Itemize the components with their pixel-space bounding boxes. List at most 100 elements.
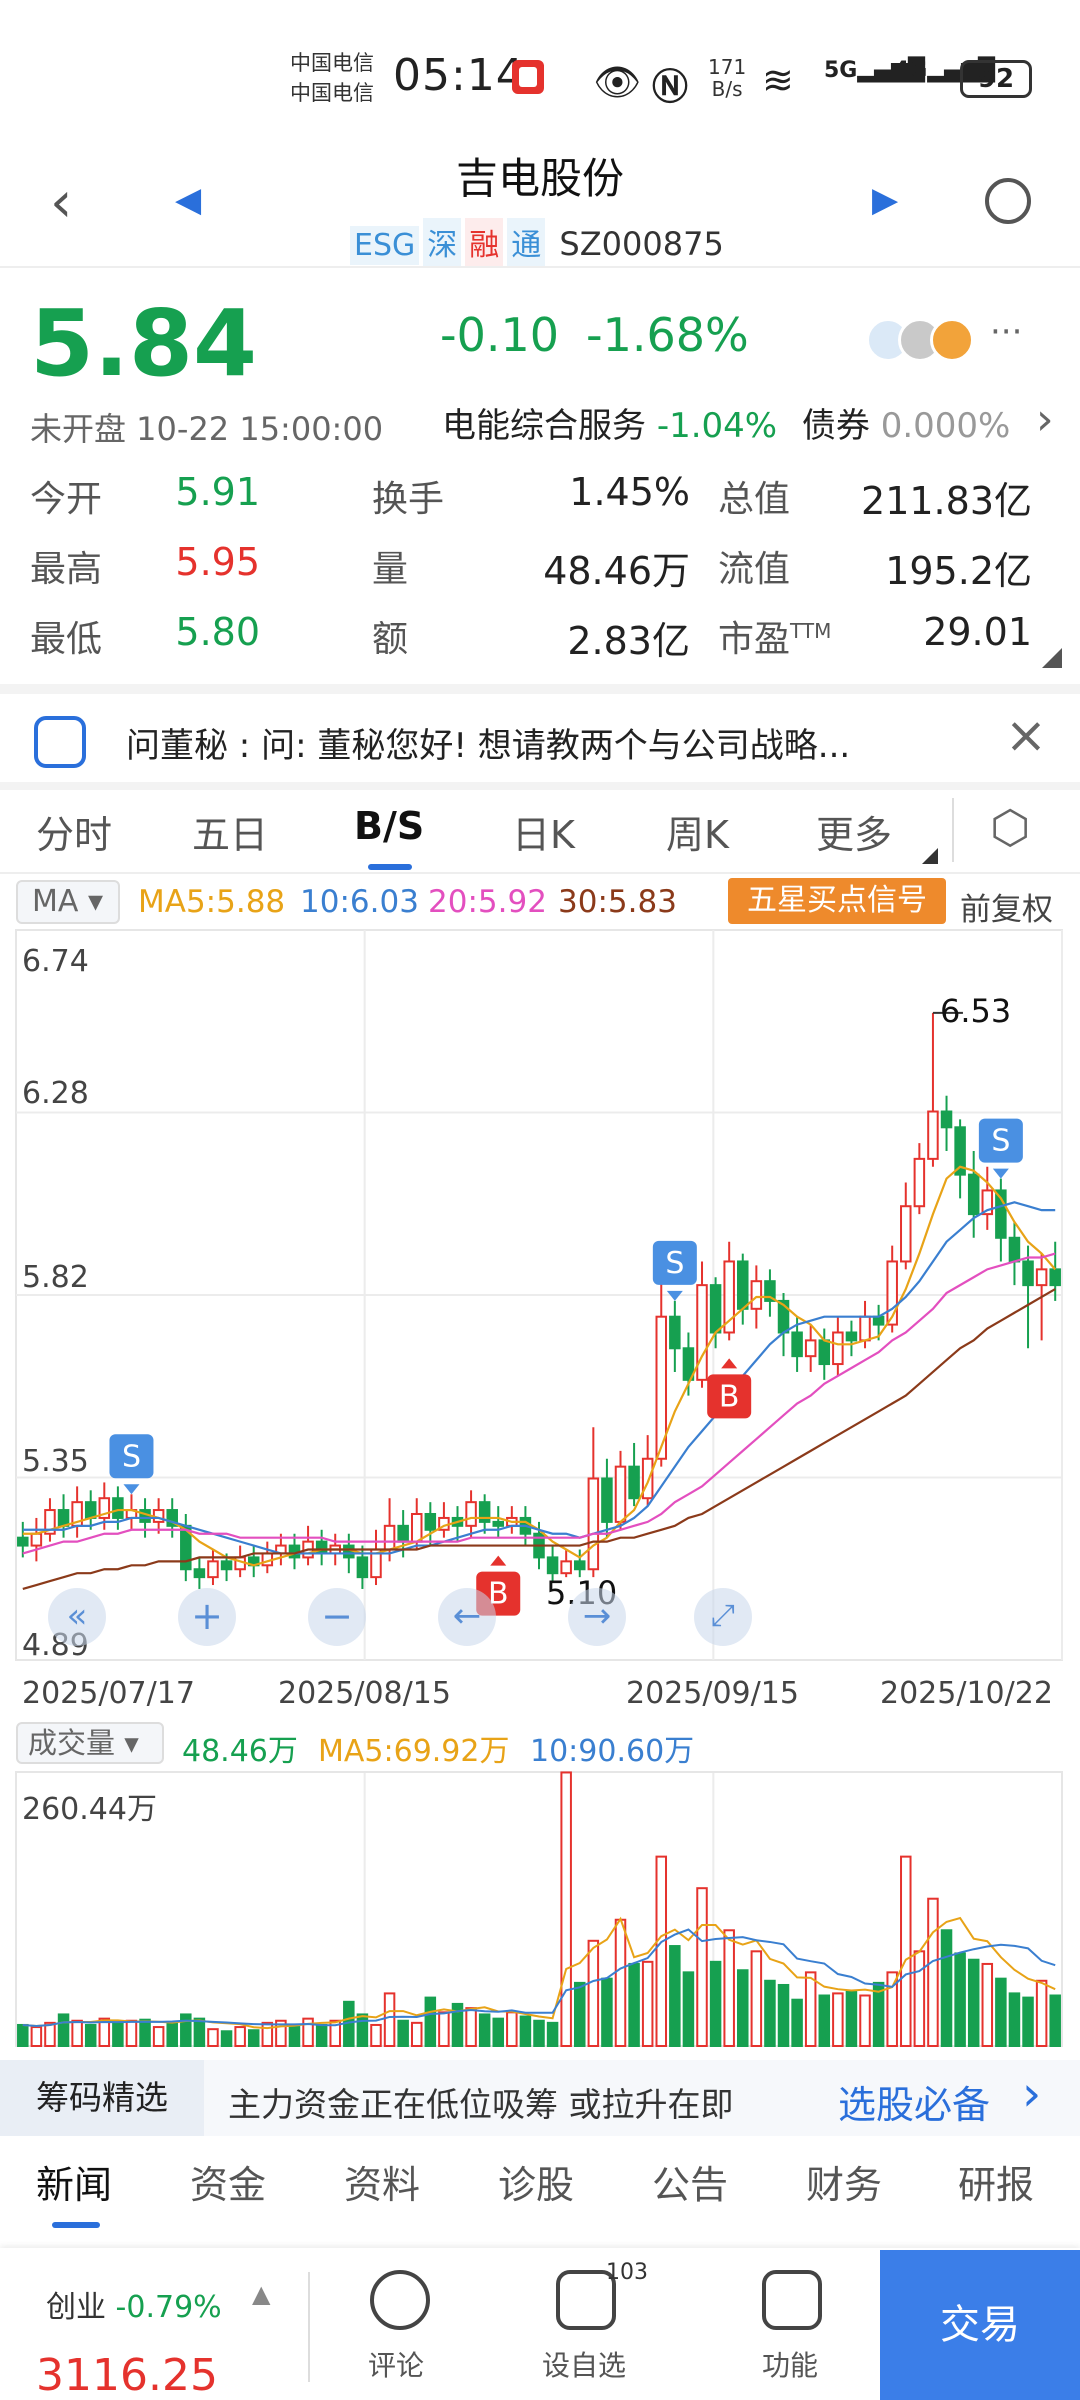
tab-news[interactable]: 新闻 [36, 2154, 112, 2209]
notice-bar[interactable]: 问董秘 : 问: 董秘您好! 想请教两个与公司战略... × [0, 694, 1080, 788]
scroll-right-icon[interactable]: → [568, 1588, 626, 1646]
volume-bar [777, 1983, 790, 2048]
collapse-icon[interactable]: ▲ [252, 2280, 270, 2308]
volume-bar [30, 2026, 43, 2048]
comment-icon[interactable] [370, 2270, 430, 2330]
nfc-icon: Ⓝ [652, 67, 689, 108]
quote-value-7: 2.83亿 [567, 619, 690, 663]
candle-body [315, 1540, 328, 1555]
market-status: 未开盘 10-22 15:00:00 [30, 410, 384, 448]
close-icon[interactable]: × [1005, 706, 1047, 764]
kline-chart[interactable]: SBSBS [0, 870, 1080, 2060]
volume-bar [533, 2019, 545, 2047]
watchlist-label[interactable]: 设自选 [542, 2344, 626, 2384]
tab-intraday[interactable]: 分时 [36, 804, 112, 859]
battery-icon: 92 [960, 60, 1032, 98]
candle-body [560, 1560, 572, 1575]
candle-body [1022, 1260, 1034, 1287]
tab-financials[interactable]: 财务 [806, 2154, 882, 2209]
tab-five-day[interactable]: 五日 [192, 804, 268, 859]
chevron-right-icon[interactable]: › [1036, 394, 1054, 445]
volume-bar [180, 2013, 192, 2047]
index-value: 3116.25 [36, 2350, 218, 2400]
volume-bar [628, 1962, 640, 2047]
more-icon[interactable]: ··· [990, 312, 1022, 352]
candle-body [927, 1110, 939, 1160]
x-label-2: 2025/08/15 [278, 1676, 451, 1711]
candle-body [410, 1513, 423, 1543]
tab-profile[interactable]: 资料 [344, 2154, 420, 2209]
tab-weekly-k[interactable]: 周K [666, 804, 729, 859]
volume-bar [859, 1994, 871, 2048]
volume-selector[interactable]: 成交量 ▾ [16, 1722, 164, 1764]
volume-bar [478, 2013, 491, 2047]
tab-funds[interactable]: 资金 [190, 2154, 266, 2209]
volume-bar [954, 1952, 966, 2047]
quote-value-8: 29.01 [923, 610, 1032, 654]
volume-bar [193, 2017, 206, 2047]
marker-label: B [719, 1379, 740, 1414]
volume-bar [261, 2021, 274, 2048]
volume-bar [44, 2021, 56, 2048]
avatar-2[interactable] [930, 318, 974, 362]
volume-bar [112, 2021, 124, 2048]
volume-bar [981, 1962, 994, 2047]
tag-esg[interactable]: ESG [350, 226, 420, 265]
volume-bar [967, 1958, 980, 2047]
trade-button[interactable]: 交易 [880, 2250, 1080, 2400]
volume-bar [804, 1971, 817, 2047]
candle-body [900, 1205, 912, 1263]
candle-body [465, 1501, 477, 1527]
candle-body [220, 1560, 233, 1571]
search-icon[interactable] [985, 178, 1031, 224]
candle-body [791, 1331, 803, 1358]
tab-announcements[interactable]: 公告 [652, 2154, 728, 2209]
comment-label[interactable]: 评论 [368, 2344, 424, 2384]
chip-label: 筹码精选 [0, 2060, 204, 2136]
marker-arrow [123, 1484, 140, 1495]
chevron-right-icon[interactable]: › [1022, 2066, 1041, 2122]
net-speed-num: 171 [708, 55, 747, 79]
volume-bar [655, 1855, 668, 2047]
function-label[interactable]: 功能 [762, 2344, 818, 2384]
settings-icon[interactable]: ⬡ [990, 800, 1030, 854]
next-stock-icon[interactable]: ▶ [872, 180, 898, 220]
tab-daily-k[interactable]: 日K [512, 804, 575, 859]
tab-diagnosis[interactable]: 诊股 [498, 2154, 574, 2209]
chip-text: 主力资金正在低位吸筹 或拉升在即 [228, 2085, 734, 2124]
volume-bar [207, 2028, 219, 2048]
zoom-out-icon[interactable]: − [308, 1588, 366, 1646]
tab-research[interactable]: 研报 [958, 2154, 1034, 2209]
volume-bar [1008, 1992, 1021, 2048]
candle-body [1008, 1236, 1021, 1263]
x-label-1: 2025/07/17 [22, 1676, 195, 1711]
volume-bar [247, 2029, 260, 2047]
volume-bar [737, 1969, 749, 2047]
volume-bar [125, 2019, 138, 2047]
scroll-left-icon[interactable]: ← [438, 1588, 496, 1646]
chip-bar[interactable]: 筹码精选 主力资金正在低位吸筹 或拉升在即 选股必备 › [0, 2060, 1080, 2136]
fullscreen-icon[interactable]: ⤢ [694, 1588, 752, 1646]
divider [952, 798, 954, 862]
volume-bar [152, 2026, 165, 2048]
chip-link[interactable]: 选股必备 [838, 2074, 990, 2129]
function-icon[interactable] [762, 2270, 822, 2330]
expand-corner-icon[interactable] [1042, 648, 1062, 668]
candle-body [967, 1173, 980, 1216]
sector-link[interactable]: 电能综合服务 -1.04% 债券 0.000% [442, 398, 1010, 447]
chart-tabs: 分时 五日 B/S 日K 周K 更多 ⬡ [0, 790, 1080, 880]
volume-bar [410, 2021, 423, 2048]
volume-bar [669, 1945, 681, 2047]
zoom-in-icon[interactable]: + [178, 1588, 236, 1646]
index-ticker[interactable]: 创业 -0.79% [46, 2282, 222, 2326]
candle-body [913, 1157, 926, 1208]
volume-bar [1035, 1979, 1048, 2048]
watchlist-badge: 103 [606, 2260, 648, 2285]
tab-bs[interactable]: B/S [354, 804, 424, 848]
sector-pct: -1.04% [656, 406, 778, 446]
tab-more[interactable]: 更多 [816, 804, 892, 859]
volume-bar [220, 2030, 233, 2048]
candle-body [818, 1339, 831, 1366]
volume-bar [601, 1977, 613, 2048]
scroll-left-far-icon[interactable]: « [48, 1588, 106, 1646]
